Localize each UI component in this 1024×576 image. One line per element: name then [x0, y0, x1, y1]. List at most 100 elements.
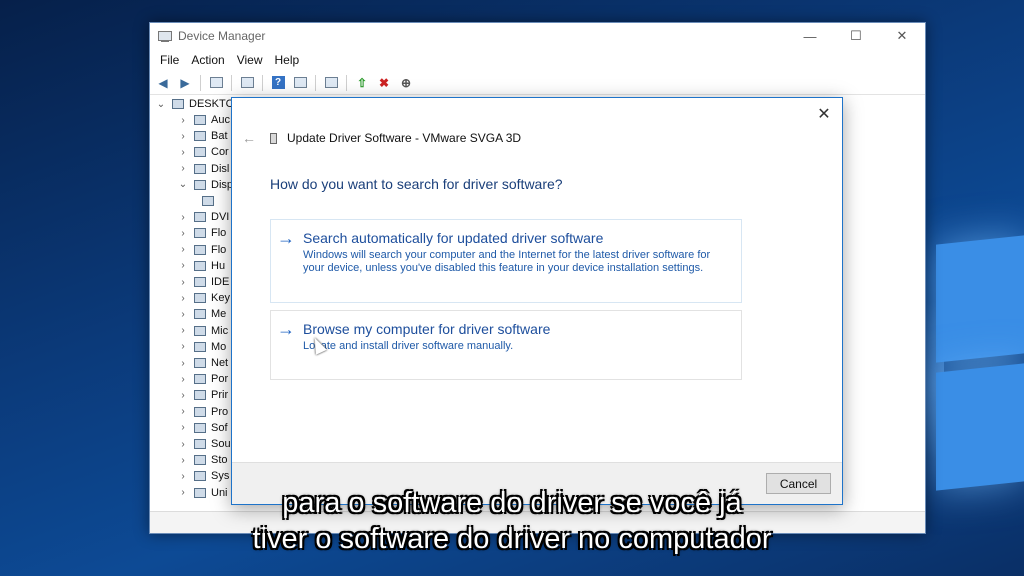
- close-button[interactable]: ✕: [879, 23, 925, 49]
- tree-item[interactable]: › Prir: [176, 387, 228, 403]
- computer-icon: [172, 99, 184, 109]
- menu-action[interactable]: Action: [185, 53, 230, 67]
- chevron-right-icon[interactable]: ›: [176, 147, 190, 158]
- tree-item-label: Key: [211, 292, 230, 305]
- chevron-right-icon[interactable]: ›: [176, 293, 190, 304]
- tree-item[interactable]: › Mic: [176, 323, 228, 339]
- device-category-icon: [194, 244, 206, 255]
- tree-item[interactable]: › Mo: [176, 339, 226, 355]
- toolbar-separator: [262, 74, 263, 91]
- tree-item[interactable]: › IDE: [176, 274, 229, 290]
- dialog-close-button[interactable]: ✕: [814, 104, 834, 124]
- search-automatically-option[interactable]: → Search automatically for updated drive…: [270, 219, 742, 303]
- tree-item[interactable]: › Flo: [176, 242, 226, 258]
- back-arrow-icon[interactable]: ◀: [154, 74, 172, 92]
- subtitle-line-2: tiver o software do driver no computador: [252, 523, 772, 555]
- chevron-right-icon[interactable]: ›: [176, 277, 190, 288]
- tree-item[interactable]: › Sou: [176, 436, 231, 452]
- tree-item[interactable]: ⌄ Disp: [176, 177, 233, 193]
- chevron-right-icon[interactable]: ›: [176, 163, 190, 174]
- tree-root[interactable]: ⌄ DESKTC: [154, 96, 234, 112]
- back-arrow-icon[interactable]: ←: [242, 130, 264, 146]
- device-category-icon: [194, 147, 206, 158]
- tree-item[interactable]: › Key: [176, 290, 230, 306]
- tree-item-label: Sys: [211, 470, 230, 483]
- tree-item[interactable]: › Disl: [176, 161, 229, 177]
- tree-item-label: IDE: [211, 276, 230, 288]
- chevron-right-icon[interactable]: ›: [176, 471, 190, 482]
- tree-item-label: DVI: [211, 211, 230, 224]
- chevron-down-icon[interactable]: ⌄: [154, 99, 168, 110]
- chevron-right-icon[interactable]: ›: [176, 115, 190, 126]
- tree-item-label: Bat: [211, 130, 228, 143]
- device-icon: [270, 132, 277, 144]
- tree-item[interactable]: › Flo: [176, 225, 226, 241]
- chevron-right-icon[interactable]: ›: [176, 422, 190, 433]
- chevron-right-icon[interactable]: ›: [176, 390, 190, 401]
- tree-item[interactable]: › Net: [176, 355, 228, 371]
- tree-item[interactable]: › Por: [176, 371, 228, 387]
- tree-item[interactable]: › Sof: [176, 420, 227, 436]
- tree-item[interactable]: › Pro: [176, 404, 228, 420]
- chevron-right-icon[interactable]: ›: [176, 212, 190, 223]
- tree-item[interactable]: [198, 193, 219, 209]
- chevron-right-icon[interactable]: ›: [176, 439, 190, 450]
- device-category-icon: [194, 439, 206, 449]
- minimize-button[interactable]: —: [787, 23, 833, 49]
- tree-item[interactable]: › Auc: [176, 112, 230, 128]
- tree-root-label: DESKTC: [189, 98, 234, 110]
- dialog-question: How do you want to search for driver sof…: [270, 176, 563, 192]
- device-category-icon: [194, 325, 206, 336]
- help-icon[interactable]: ?: [269, 74, 287, 92]
- resource-view-icon[interactable]: [291, 74, 309, 92]
- chevron-right-icon[interactable]: ›: [176, 325, 190, 336]
- toolbar: ◀ ▶ ? ⇧ ✖ ⊕: [150, 71, 925, 95]
- chevron-right-icon[interactable]: ›: [176, 406, 190, 417]
- properties-icon[interactable]: [207, 74, 225, 92]
- device-category-icon: [194, 471, 206, 482]
- arrow-right-icon: →: [277, 228, 295, 248]
- device-category-icon: [194, 115, 206, 125]
- tree-item-label: Flo: [211, 227, 227, 240]
- menu-help[interactable]: Help: [269, 53, 306, 67]
- tree-item[interactable]: › Sto: [176, 452, 228, 468]
- chevron-right-icon[interactable]: ›: [176, 228, 190, 239]
- device-category-icon: [194, 131, 206, 142]
- tree-item-label: Prir: [211, 389, 229, 402]
- tree-item-label: Sto: [211, 454, 228, 467]
- enable-device-icon[interactable]: ⊕: [397, 74, 415, 92]
- device-category-icon: [194, 228, 206, 239]
- chevron-right-icon[interactable]: ›: [176, 131, 190, 142]
- tree-item[interactable]: › Me: [176, 306, 226, 322]
- tree-item[interactable]: › DVI: [176, 209, 229, 225]
- tree-item[interactable]: › Sys: [176, 468, 229, 484]
- chevron-down-icon[interactable]: ⌄: [176, 179, 190, 190]
- uninstall-device-icon[interactable]: ✖: [375, 74, 393, 92]
- device-category-icon: [194, 293, 206, 304]
- device-category-icon: [194, 406, 206, 417]
- chevron-right-icon[interactable]: ›: [176, 309, 190, 320]
- chevron-right-icon[interactable]: ›: [176, 455, 190, 466]
- update-driver-icon[interactable]: ⇧: [353, 74, 371, 92]
- chevron-right-icon[interactable]: ›: [176, 341, 190, 352]
- tree-item[interactable]: › Hu: [176, 258, 225, 274]
- windows-logo-wallpaper: [864, 235, 1024, 500]
- chevron-right-icon[interactable]: ›: [176, 260, 190, 271]
- chevron-right-icon[interactable]: ›: [176, 358, 190, 369]
- maximize-button[interactable]: ☐: [833, 23, 879, 49]
- tree-item-label: Auc: [211, 114, 230, 126]
- browse-computer-option[interactable]: → Browse my computer for driver software…: [270, 310, 742, 380]
- chevron-right-icon[interactable]: ›: [176, 244, 190, 255]
- tree-item-label: Net: [211, 357, 229, 369]
- tree-item[interactable]: › Cor: [176, 144, 228, 160]
- show-hide-tree-icon[interactable]: [238, 74, 256, 92]
- menu-file[interactable]: File: [154, 53, 185, 67]
- tree-item[interactable]: › Bat: [176, 128, 228, 144]
- chevron-right-icon[interactable]: ›: [176, 374, 190, 385]
- menu-view[interactable]: View: [231, 53, 269, 67]
- forward-arrow-icon[interactable]: ▶: [176, 74, 194, 92]
- scan-hardware-icon[interactable]: [322, 74, 340, 92]
- device-category-icon: [194, 277, 206, 287]
- tree-item-label: Sou: [211, 438, 231, 450]
- tree-item-label: Mic: [211, 324, 229, 337]
